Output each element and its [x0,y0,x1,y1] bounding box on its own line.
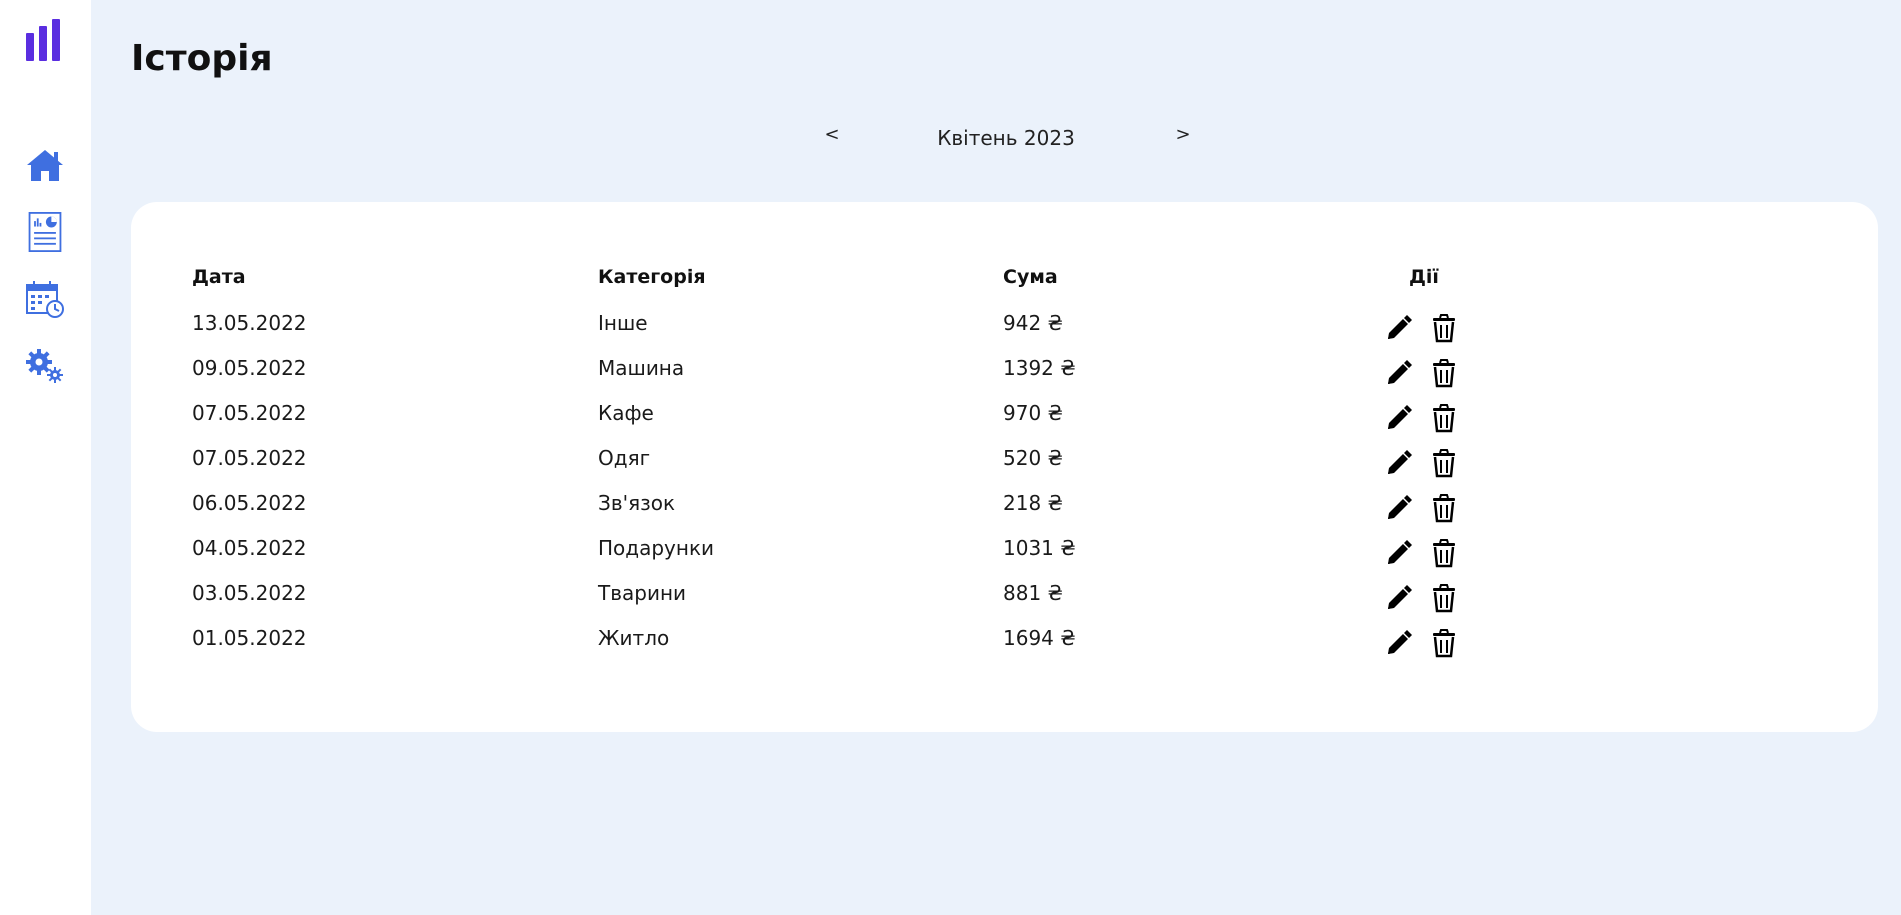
calendar-clock-icon [26,281,64,318]
row-category: Зв'язок [598,491,676,515]
row-amount: 1694 ₴ [1003,626,1076,650]
pencil-icon [1384,360,1414,392]
gears-icon [26,349,63,383]
edit-button[interactable] [1384,583,1414,613]
column-header-amount: Сума [1003,266,1058,288]
table-row: 03.05.2022 Тварини 881 ₴ [131,581,1878,621]
row-amount: 1392 ₴ [1003,356,1076,380]
edit-button[interactable] [1384,313,1414,343]
row-category: Подарунки [598,536,715,560]
delete-button[interactable] [1429,583,1459,613]
row-amount: 218 ₴ [1003,491,1064,515]
sidebar-item-home[interactable] [23,143,67,187]
sidebar [0,0,91,915]
pencil-icon [1384,630,1414,662]
edit-button[interactable] [1384,538,1414,568]
delete-button[interactable] [1429,358,1459,388]
table-row: 07.05.2022 Кафе 970 ₴ [131,401,1878,441]
edit-button[interactable] [1384,403,1414,433]
row-category: Кафе [598,401,654,425]
table-row: 09.05.2022 Машина 1392 ₴ [131,356,1878,396]
current-month-label: Квітень 2023 [937,126,1075,150]
row-date: 04.05.2022 [192,536,307,560]
pencil-icon [1384,585,1414,617]
next-month-button[interactable]: > [1171,124,1195,145]
edit-button[interactable] [1384,628,1414,658]
delete-button[interactable] [1429,628,1459,658]
row-date: 01.05.2022 [192,626,307,650]
row-date: 13.05.2022 [192,311,307,335]
delete-button[interactable] [1429,538,1459,568]
edit-button[interactable] [1384,448,1414,478]
row-date: 07.05.2022 [192,446,307,470]
main-content: Історія < Квітень 2023 > Дата Категорія … [91,0,1901,915]
home-icon [27,150,63,181]
pencil-icon [1384,495,1414,527]
trash-icon [1429,359,1459,392]
table-row: 06.05.2022 Зв'язок 218 ₴ [131,491,1878,531]
column-header-category: Категорія [598,266,706,288]
row-amount: 881 ₴ [1003,581,1064,605]
row-date: 09.05.2022 [192,356,307,380]
table-row: 13.05.2022 Інше 942 ₴ [131,311,1878,351]
column-header-actions: Дії [1409,266,1439,288]
row-amount: 1031 ₴ [1003,536,1076,560]
trash-icon [1429,494,1459,527]
report-chart-icon [28,212,62,252]
row-date: 06.05.2022 [192,491,307,515]
column-header-date: Дата [192,266,246,288]
bar-chart-logo[interactable] [26,19,64,61]
pencil-icon [1384,450,1414,482]
previous-month-button[interactable]: < [820,124,844,145]
table-row: 07.05.2022 Одяг 520 ₴ [131,446,1878,486]
row-amount: 942 ₴ [1003,311,1064,335]
row-amount: 520 ₴ [1003,446,1064,470]
row-category: Тварини [598,581,687,605]
row-category: Інше [598,311,648,335]
delete-button[interactable] [1429,448,1459,478]
row-amount: 970 ₴ [1003,401,1064,425]
trash-icon [1429,584,1459,617]
row-category: Машина [598,356,685,380]
trash-icon [1429,314,1459,347]
trash-icon [1429,449,1459,482]
sidebar-item-calendar[interactable] [23,277,67,321]
edit-button[interactable] [1384,358,1414,388]
trash-icon [1429,539,1459,572]
row-date: 07.05.2022 [192,401,307,425]
edit-button[interactable] [1384,493,1414,523]
row-category: Одяг [598,446,651,470]
table-row: 04.05.2022 Подарунки 1031 ₴ [131,536,1878,576]
sidebar-item-settings[interactable] [23,344,67,388]
pencil-icon [1384,315,1414,347]
delete-button[interactable] [1429,493,1459,523]
trash-icon [1429,404,1459,437]
month-navigation: < Квітень 2023 > [91,124,1901,156]
history-table-card: Дата Категорія Сума Дії 13.05.2022 Інше 94… [131,202,1878,732]
pencil-icon [1384,405,1414,437]
row-category: Житло [598,626,670,650]
page-title: Історія [131,38,273,79]
row-date: 03.05.2022 [192,581,307,605]
trash-icon [1429,629,1459,662]
sidebar-item-reports[interactable] [23,210,67,254]
pencil-icon [1384,540,1414,572]
delete-button[interactable] [1429,403,1459,433]
table-row: 01.05.2022 Житло 1694 ₴ [131,626,1878,666]
delete-button[interactable] [1429,313,1459,343]
